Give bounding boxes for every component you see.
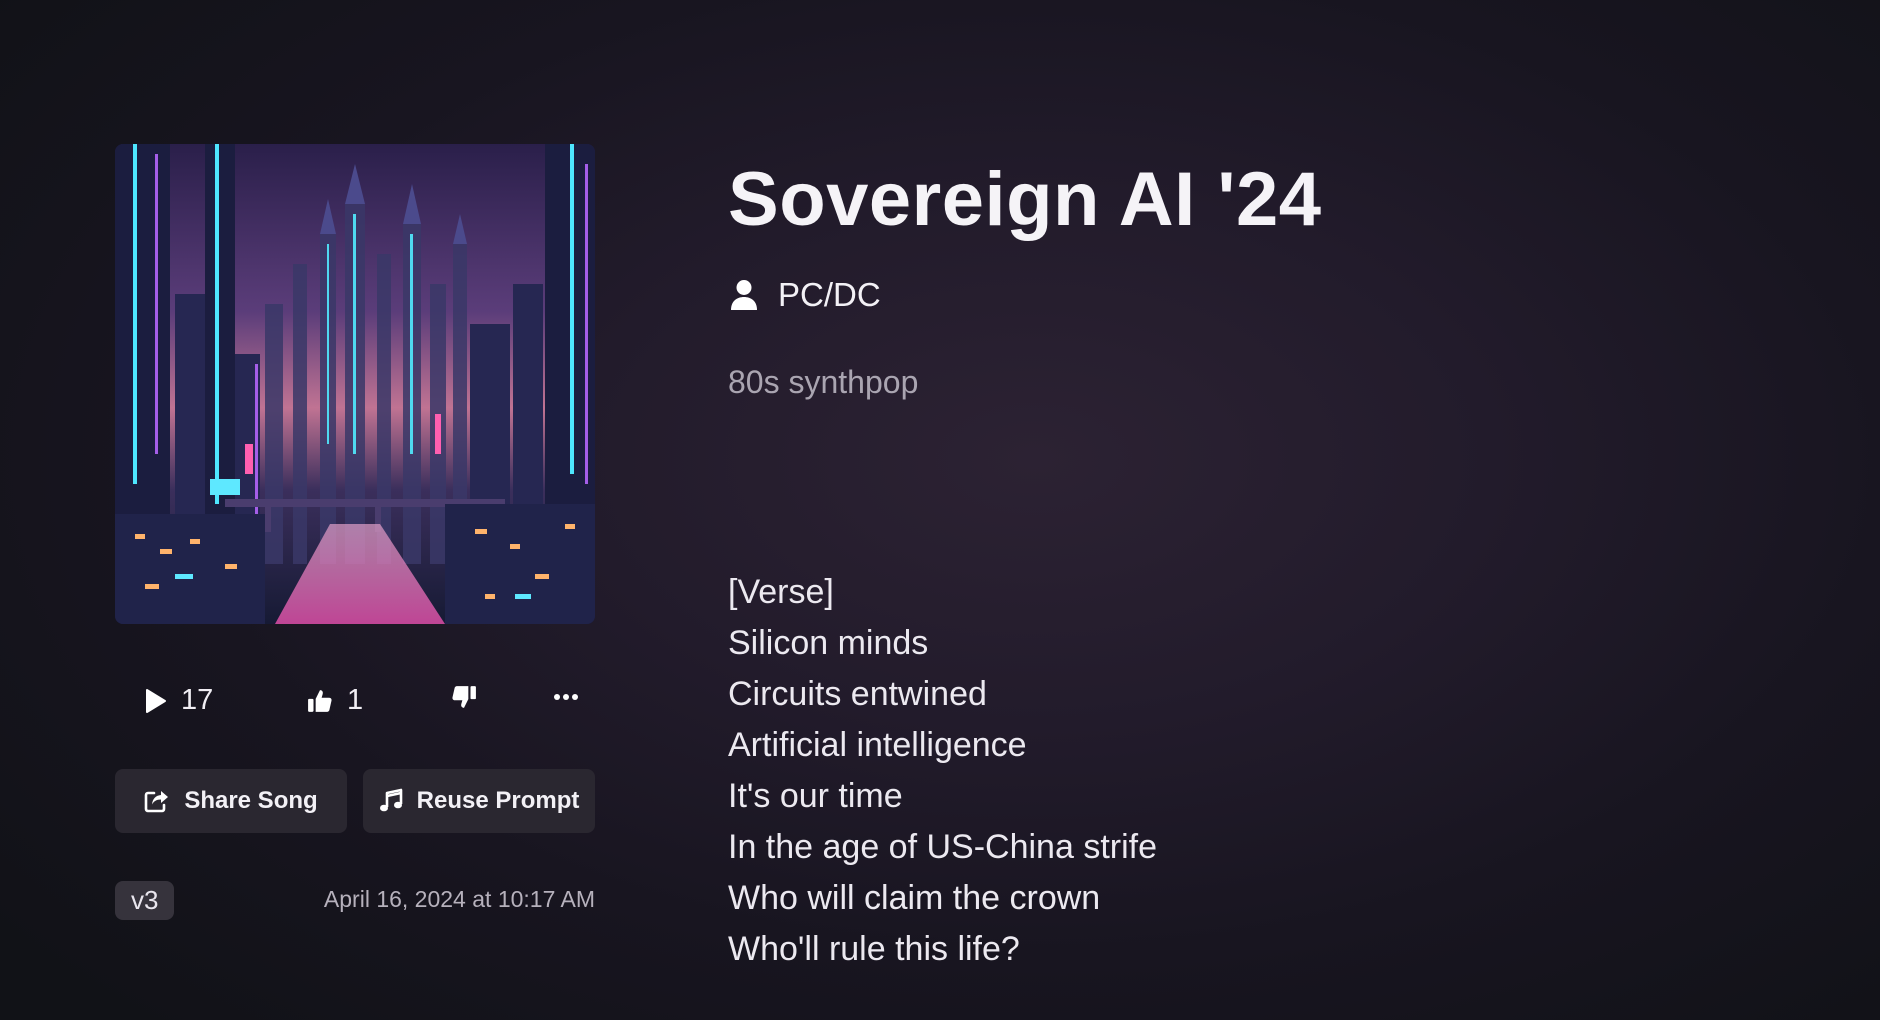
lyric-line: It's our time [728,777,903,815]
cover-art-image [115,144,595,624]
created-date: April 16, 2024 at 10:17 AM [323,886,595,912]
stats-row: 17 1 [115,684,595,717]
share-song-label: Share Song [184,787,318,814]
lyric-line: In the age of US-China strife [728,828,1158,866]
lyric-line: Artificial intelligence [728,726,1027,764]
share-song-button[interactable]: Share Song [115,769,347,833]
play-count: 17 [181,684,214,716]
song-title: Sovereign AI '24 [728,157,1322,242]
music-note-icon [379,788,402,812]
dislike-button[interactable] [451,684,477,710]
more-options-button[interactable] [553,684,579,710]
lyrics: [Verse] Silicon minds Circuits entwined … [728,567,1157,975]
more-horizontal-icon [554,694,578,700]
play-button[interactable]: 17 [145,684,213,717]
like-button[interactable]: 1 [307,684,363,717]
thumbs-up-icon [308,689,332,712]
lyric-line: Circuits entwined [728,675,987,713]
artist-link[interactable]: PC/DC [730,276,881,314]
version-badge: v3 [115,881,175,920]
play-icon [146,688,166,713]
song-sidebar: 17 1 Share Song Reuse Prompt v3 April 16… [115,144,595,920]
share-icon [145,791,169,813]
artist-name: PC/DC [778,276,881,313]
reuse-prompt-label: Reuse Prompt [416,787,580,814]
cover-art[interactable] [115,144,595,624]
style-tags: 80s synthpop [728,364,919,400]
lyric-line: Who will claim the crown [728,879,1101,917]
like-count: 1 [347,684,364,716]
user-icon [731,280,757,310]
lyric-line: Silicon minds [728,624,929,662]
lyric-line: Who'll rule this life? [728,930,1020,968]
lyric-line: [Verse] [728,573,834,611]
thumbs-down-icon [452,686,476,708]
reuse-prompt-button[interactable]: Reuse Prompt [363,769,595,833]
